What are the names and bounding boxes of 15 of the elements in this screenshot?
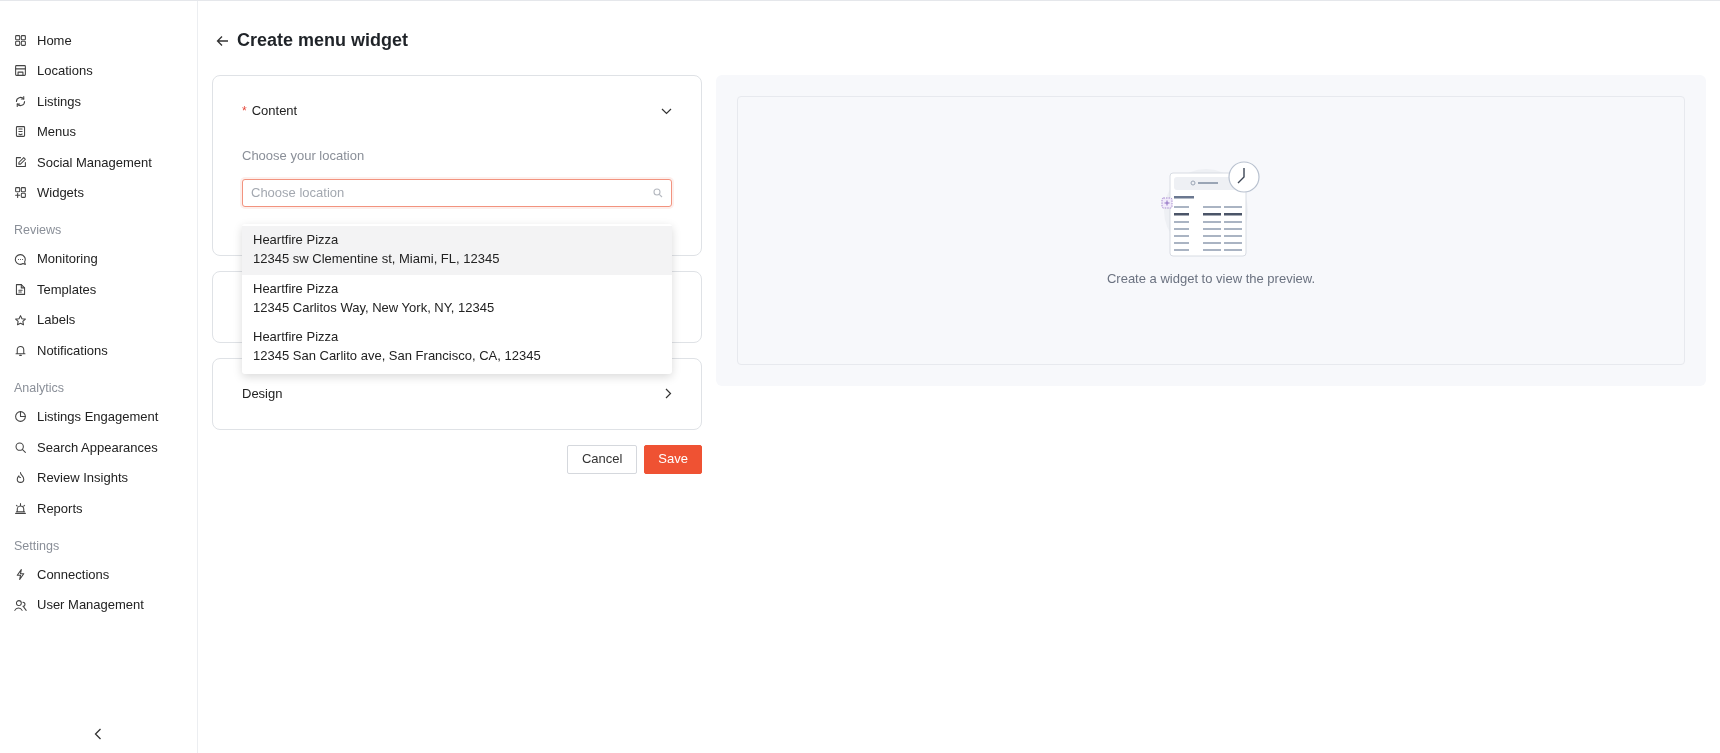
section-title: Design	[242, 384, 283, 403]
preview-message: Create a widget to view the preview.	[1106, 270, 1316, 288]
location-address: 12345 sw Clementine st, Miami, FL, 12345	[253, 250, 501, 268]
location-name: Heartfire Pizza	[253, 279, 340, 298]
location-name: Heartfire Pizza	[253, 328, 340, 346]
field-label: Choose your location	[242, 147, 366, 165]
page-title: Create menu widget	[237, 29, 409, 52]
location-address: 12345 Carlitos Way, New York, NY, 12345	[253, 298, 496, 317]
sidebar-section-heading: Reviews	[13, 222, 63, 239]
section-title: Content	[251, 102, 298, 121]
required-asterisk: *	[242, 103, 247, 120]
location-name: Heartfire Pizza	[253, 231, 340, 249]
location-address: 12345 San Carlito ave, San Francisco, CA, 12345	[253, 347, 542, 365]
sidebar-section-heading: Analytics	[13, 379, 66, 397]
sidebar-section-heading: Settings	[13, 537, 61, 555]
